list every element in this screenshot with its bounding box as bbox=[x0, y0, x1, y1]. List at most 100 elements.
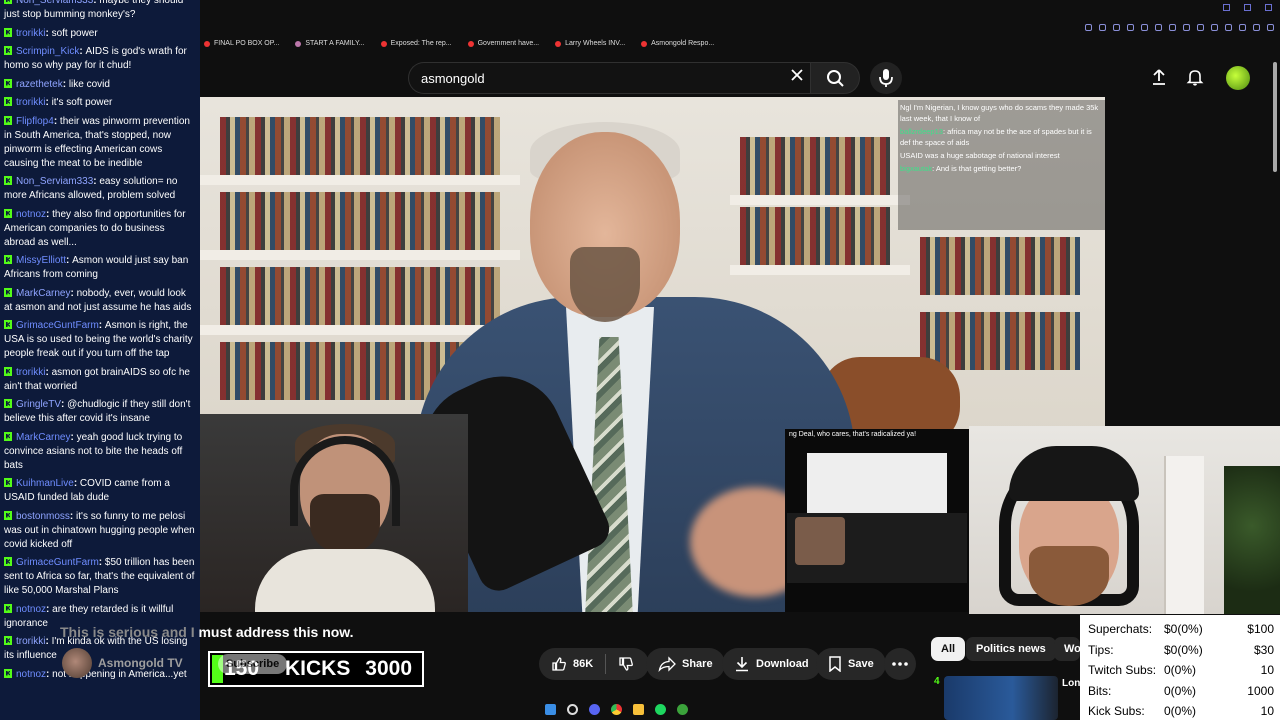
bookshelf-row bbox=[220, 117, 500, 175]
channel-name[interactable]: Asmongold TV bbox=[98, 656, 183, 670]
chat-username[interactable]: GringleTV bbox=[16, 399, 61, 410]
extension-icon[interactable] bbox=[1239, 24, 1246, 31]
clear-search-icon[interactable] bbox=[790, 68, 804, 82]
bookmark-favicon-icon bbox=[641, 40, 648, 47]
chat-username[interactable]: razethetek bbox=[16, 79, 63, 90]
shelf-plank bbox=[200, 175, 520, 185]
download-button[interactable]: Download bbox=[722, 648, 821, 680]
goal-target: 10 bbox=[1260, 663, 1274, 677]
related-title[interactable]: Lon bbox=[1062, 678, 1080, 689]
chat-username[interactable]: Flipflop4 bbox=[16, 116, 54, 127]
chip-politics-news[interactable]: Politics news bbox=[966, 637, 1056, 661]
bookshelf-row bbox=[920, 312, 1080, 370]
extension-icon[interactable] bbox=[1267, 24, 1274, 31]
chat-username[interactable]: trorikki bbox=[16, 28, 45, 39]
extension-icon[interactable] bbox=[1211, 24, 1218, 31]
thumbs-up-icon[interactable] bbox=[551, 656, 567, 672]
kick-badge-icon bbox=[4, 557, 12, 566]
bookmark-item[interactable]: Larry Wheels INV... bbox=[555, 40, 625, 47]
chat-username[interactable]: trorikki bbox=[16, 367, 45, 378]
upload-icon[interactable] bbox=[1150, 68, 1168, 86]
save-button[interactable]: Save bbox=[816, 648, 886, 680]
notifications-bell-icon[interactable] bbox=[1186, 68, 1204, 86]
extension-icon[interactable] bbox=[1085, 24, 1092, 31]
kick-badge-icon bbox=[4, 320, 12, 329]
page-scrollbar[interactable] bbox=[1273, 62, 1277, 172]
subscribe-button[interactable]: Subscribe bbox=[218, 654, 288, 674]
extension-icons bbox=[1085, 24, 1274, 31]
chat-username[interactable]: KuihmanLive bbox=[16, 478, 74, 489]
kick-badge-icon bbox=[4, 27, 12, 37]
chat-username[interactable]: trorikki bbox=[16, 97, 45, 108]
extension-icon[interactable] bbox=[1113, 24, 1120, 31]
like-count[interactable]: 86K bbox=[573, 658, 593, 670]
spotify-icon[interactable] bbox=[655, 703, 666, 715]
more-actions-button[interactable] bbox=[884, 648, 916, 680]
extension-icon[interactable] bbox=[1155, 24, 1162, 31]
windows-start-icon[interactable] bbox=[545, 703, 556, 715]
kick-badge-icon bbox=[4, 366, 12, 376]
chat-username[interactable]: notnoz bbox=[16, 669, 46, 680]
download-label: Download bbox=[756, 658, 809, 670]
extension-icon[interactable] bbox=[1127, 24, 1134, 31]
kick-badge-icon bbox=[4, 176, 12, 185]
chat-panel: Non_Serviam333: maybe they should just s… bbox=[0, 0, 200, 720]
bookmark-item[interactable]: Asmongold Respo... bbox=[641, 40, 714, 47]
chat-username[interactable]: MarkCarney bbox=[16, 432, 70, 443]
channel-avatar[interactable] bbox=[62, 648, 92, 678]
kick-badge-icon bbox=[4, 0, 12, 4]
chat-username[interactable]: bostonmoss bbox=[16, 511, 70, 522]
restore-icon[interactable] bbox=[1244, 4, 1251, 11]
chat-username[interactable]: MarkCarney bbox=[16, 288, 70, 299]
overlay-chat-message: bigxautak: And is that getting better? bbox=[900, 164, 1022, 173]
bookmark-label: Government have... bbox=[477, 40, 540, 47]
bookmark-item[interactable]: START A FAMILY... bbox=[295, 40, 365, 47]
chat-username[interactable]: GrimaceGuntFarm bbox=[16, 557, 99, 568]
extension-icon[interactable] bbox=[1183, 24, 1190, 31]
chat-username[interactable]: Non_Serviam333 bbox=[16, 0, 93, 6]
related-thumbnail[interactable] bbox=[944, 676, 1058, 720]
xbox-icon[interactable] bbox=[677, 703, 688, 715]
thumbs-down-icon[interactable] bbox=[618, 656, 634, 672]
file-explorer-icon[interactable] bbox=[633, 703, 644, 715]
bookmark-item[interactable]: Exposed: The rep... bbox=[380, 40, 452, 47]
extension-icon[interactable] bbox=[1099, 24, 1106, 31]
kicks-label: KICKS bbox=[285, 657, 351, 680]
related-video-item[interactable]: 4 Lon bbox=[930, 674, 1080, 720]
share-button[interactable]: Share bbox=[646, 648, 725, 680]
chat-username[interactable]: MissyElliott bbox=[16, 255, 66, 266]
extension-icon[interactable] bbox=[1169, 24, 1176, 31]
chat-username[interactable]: GrimaceGuntFarm bbox=[16, 320, 99, 331]
chat-username[interactable]: notnoz bbox=[16, 209, 46, 220]
extension-icon[interactable] bbox=[1253, 24, 1260, 31]
chat-username[interactable]: Scrimpin_Kick bbox=[16, 46, 79, 57]
bookmark-item[interactable]: FINAL PO BOX OP... bbox=[204, 40, 279, 47]
minimize-icon[interactable] bbox=[1223, 4, 1230, 11]
extension-icon[interactable] bbox=[1141, 24, 1148, 31]
goal-target: $30 bbox=[1253, 642, 1274, 657]
bookshelf-row bbox=[920, 237, 1080, 295]
goal-progress: 0(0%) bbox=[1164, 663, 1197, 677]
voice-search-button[interactable] bbox=[870, 62, 902, 94]
chat-username[interactable]: trorikki bbox=[16, 636, 45, 647]
close-window-icon[interactable] bbox=[1265, 4, 1272, 11]
discord-icon[interactable] bbox=[589, 703, 600, 715]
search-input[interactable]: asmongold bbox=[408, 62, 810, 94]
chat-username[interactable]: Non_Serviam333 bbox=[16, 176, 93, 187]
extension-icon[interactable] bbox=[1225, 24, 1232, 31]
goal-label: Bits: bbox=[1088, 683, 1112, 698]
chrome-icon[interactable] bbox=[611, 703, 622, 715]
search-button[interactable] bbox=[810, 62, 860, 94]
account-avatar[interactable] bbox=[1226, 66, 1250, 90]
taskbar-search-icon[interactable] bbox=[567, 703, 578, 715]
save-label: Save bbox=[848, 658, 874, 670]
chip-all[interactable]: All bbox=[931, 637, 966, 661]
chat-message: notnoz: they also find opportunities for… bbox=[4, 208, 186, 248]
extension-icon[interactable] bbox=[1197, 24, 1204, 31]
webcam-door bbox=[1164, 456, 1204, 614]
goal-target: 1000 bbox=[1247, 683, 1274, 698]
chip-next[interactable]: Wo bbox=[1054, 637, 1080, 661]
chat-username[interactable]: notnoz bbox=[16, 604, 46, 615]
overlay-chat-username: ballzrdeep13 bbox=[900, 127, 943, 136]
bookmark-item[interactable]: Government have... bbox=[467, 40, 540, 47]
